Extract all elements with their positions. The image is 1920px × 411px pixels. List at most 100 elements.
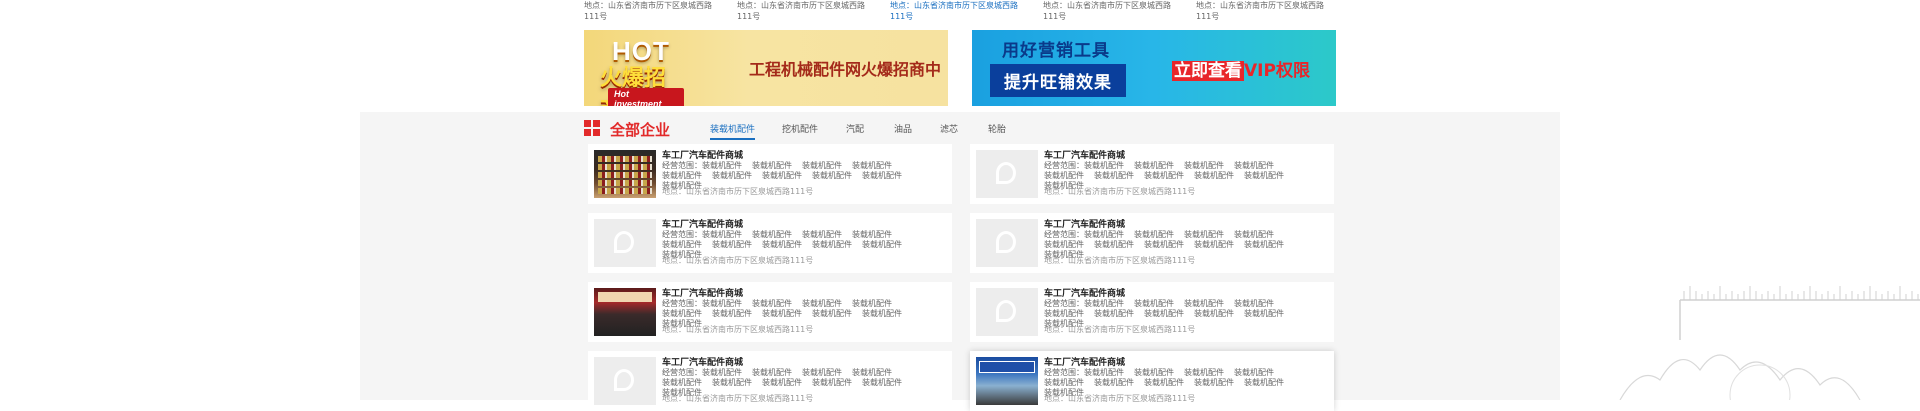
scope-item: 装载机配件	[852, 368, 892, 377]
company-name[interactable]: 车工厂汽车配件商城	[1044, 286, 1125, 299]
scope-item: 装载机配件	[752, 230, 792, 239]
company-card[interactable]: 车工厂汽车配件商城 经营范围：装载机配件 装载机配件 装载机配件 装载机配件装载机配件装…	[588, 144, 952, 204]
scope-item: 装载机配件	[1184, 230, 1224, 239]
scope-item: 装载机配件	[852, 161, 892, 170]
scope-item: 装载机配件	[1194, 171, 1234, 180]
company-name[interactable]: 车工厂汽车配件商城	[662, 286, 743, 299]
scope-item: 装载机配件	[802, 161, 842, 170]
company-card[interactable]: 车工厂汽车配件商城 经营范围：装载机配件 装载机配件 装载机配件 装载机配件装载机配件装…	[970, 144, 1334, 204]
banner-right-line2: 提升旺铺效果	[990, 64, 1126, 97]
vip-cta-a: 立即查看	[1172, 61, 1244, 81]
scope-item: 装载机配件	[1144, 378, 1184, 387]
address-link[interactable]: 地点：山东省济南市历下区泉城西路111号	[584, 0, 726, 22]
scope-item: 装载机配件	[802, 368, 842, 377]
scope-item: 装载机配件	[662, 240, 702, 249]
scope-item: 装载机配件	[702, 299, 742, 308]
scope-item: 装载机配件	[1184, 368, 1224, 377]
scope-item: 装载机配件	[1234, 230, 1274, 239]
company-name[interactable]: 车工厂汽车配件商城	[1044, 148, 1125, 161]
address-link[interactable]: 地点：山东省济南市历下区泉城西路111号	[737, 0, 879, 22]
company-thumbnail[interactable]	[594, 150, 656, 198]
company-thumbnail[interactable]	[976, 357, 1038, 405]
scope-item: 装载机配件	[1234, 368, 1274, 377]
banner-left-title: 工程机械配件网火爆招商中	[749, 60, 942, 79]
scope-label: 经营范围：	[1044, 161, 1084, 170]
scope-item: 装载机配件	[862, 171, 902, 180]
scope-item: 装载机配件	[752, 368, 792, 377]
company-name[interactable]: 车工厂汽车配件商城	[662, 217, 743, 230]
scope-item: 装载机配件	[662, 309, 702, 318]
scope-item: 装载机配件	[702, 230, 742, 239]
vip-cta-c: 权限	[1275, 61, 1310, 81]
scope-item: 装载机配件	[812, 378, 852, 387]
company-thumbnail[interactable]	[594, 219, 656, 267]
scope-item: 装载机配件	[712, 309, 752, 318]
scope-item: 装载机配件	[1084, 299, 1124, 308]
scope-item: 装载机配件	[1084, 368, 1124, 377]
tab-category[interactable]: 滤芯	[940, 122, 958, 135]
scope-item: 装载机配件	[812, 240, 852, 249]
company-card[interactable]: 车工厂汽车配件商城 经营范围：装载机配件 装载机配件 装载机配件 装载机配件装载机配件装…	[970, 351, 1334, 411]
company-address: 地点：山东省济南市历下区泉城西路111号	[1044, 187, 1196, 196]
company-card[interactable]: 车工厂汽车配件商城 经营范围：装载机配件 装载机配件 装载机配件 装载机配件装载机配件装…	[970, 213, 1334, 273]
scope-item: 装载机配件	[1044, 309, 1084, 318]
marketing-tools-banner[interactable]: 用好营销工具 提升旺铺效果 立即查看 VIP权限	[972, 30, 1336, 106]
company-name[interactable]: 车工厂汽车配件商城	[1044, 217, 1125, 230]
vip-cta-link[interactable]: 立即查看 VIP权限	[1172, 54, 1310, 83]
scope-item: 装载机配件	[1094, 309, 1134, 318]
company-thumbnail[interactable]	[594, 357, 656, 405]
decorative-gear-lines	[1619, 286, 1920, 400]
tab-category[interactable]: 轮胎	[988, 122, 1006, 135]
address-link[interactable]: 地点：山东省济南市历下区泉城西路111号	[1043, 0, 1185, 22]
company-card[interactable]: 车工厂汽车配件商城 经营范围：装载机配件 装载机配件 装载机配件 装载机配件装载机配件装…	[588, 282, 952, 342]
scope-item: 装载机配件	[762, 171, 802, 180]
scope-label: 经营范围：	[1044, 230, 1084, 239]
scope-item: 装载机配件	[1044, 378, 1084, 387]
tab-category[interactable]: 装载机配件	[710, 122, 756, 140]
hot-sub-label: Hot investment	[608, 88, 684, 106]
scope-item: 装载机配件	[1044, 171, 1084, 180]
scope-label: 经营范围：	[662, 368, 702, 377]
tab-category[interactable]: 油品	[894, 122, 912, 135]
scope-item: 装载机配件	[1094, 378, 1134, 387]
company-name[interactable]: 车工厂汽车配件商城	[662, 355, 743, 368]
scope-item: 装载机配件	[1194, 240, 1234, 249]
scope-item: 装载机配件	[1094, 171, 1134, 180]
logo-placeholder-icon	[996, 162, 1016, 184]
scope-item: 装载机配件	[862, 378, 902, 387]
scope-item: 装载机配件	[1094, 240, 1134, 249]
scope-item: 装载机配件	[1084, 161, 1124, 170]
tab-category[interactable]: 汽配	[846, 122, 864, 135]
scope-item: 装载机配件	[1144, 309, 1184, 318]
scope-label: 经营范围：	[662, 161, 702, 170]
scope-item: 装载机配件	[1044, 240, 1084, 249]
company-card[interactable]: 车工厂汽车配件商城 经营范围：装载机配件 装载机配件 装载机配件 装载机配件装载机配件装…	[588, 351, 952, 411]
scope-item: 装载机配件	[1084, 230, 1124, 239]
scope-item: 装载机配件	[852, 230, 892, 239]
company-address: 地点：山东省济南市历下区泉城西路111号	[662, 256, 814, 265]
company-card[interactable]: 车工厂汽车配件商城 经营范围：装载机配件 装载机配件 装载机配件 装载机配件装载机配件装…	[970, 282, 1334, 342]
company-address: 地点：山东省济南市历下区泉城西路111号	[1044, 325, 1196, 334]
scope-item: 装载机配件	[702, 161, 742, 170]
address-link[interactable]: 地点：山东省济南市历下区泉城西路111号	[890, 0, 1032, 22]
company-thumbnail[interactable]	[594, 288, 656, 336]
scope-item: 装载机配件	[662, 171, 702, 180]
company-thumbnail[interactable]	[976, 219, 1038, 267]
hot-investment-banner[interactable]: HOT 火爆招商 Hot investment 工程机械配件网火爆招商中	[584, 30, 948, 106]
section-title: 全部企业	[610, 121, 671, 139]
company-name[interactable]: 车工厂汽车配件商城	[662, 148, 743, 161]
company-address: 地点：山东省济南市历下区泉城西路111号	[662, 394, 814, 403]
scope-label: 经营范围：	[662, 299, 702, 308]
tab-category[interactable]: 挖机配件	[782, 122, 818, 135]
company-thumbnail[interactable]	[976, 288, 1038, 336]
scope-label: 经营范围：	[1044, 368, 1084, 377]
company-card[interactable]: 车工厂汽车配件商城 经营范围：装载机配件 装载机配件 装载机配件 装载机配件装载机配件装…	[588, 213, 952, 273]
company-name[interactable]: 车工厂汽车配件商城	[1044, 355, 1125, 368]
scope-item: 装载机配件	[712, 378, 752, 387]
address-link[interactable]: 地点：山东省济南市历下区泉城西路111号	[1196, 0, 1338, 22]
scope-item: 装载机配件	[1194, 378, 1234, 387]
company-thumbnail[interactable]	[976, 150, 1038, 198]
scope-label: 经营范围：	[1044, 299, 1084, 308]
logo-placeholder-icon	[996, 300, 1016, 322]
scope-item: 装载机配件	[1244, 309, 1284, 318]
